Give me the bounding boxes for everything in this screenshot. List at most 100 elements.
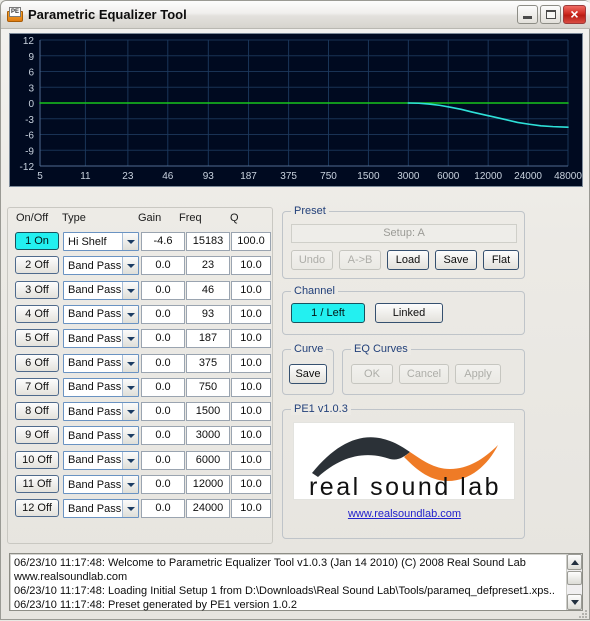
chevron-down-icon[interactable] [122,378,138,396]
filter-gain-input[interactable]: 0.0 [141,256,185,276]
filter-onoff-button[interactable]: 3 Off [15,280,59,299]
filter-onoff-button[interactable]: 4 Off [15,304,59,323]
channel-select-button[interactable]: 1 / Left [291,303,365,323]
filter-onoff-button[interactable]: 11 Off [15,475,59,493]
filter-freq-input[interactable]: 6000 [186,450,230,470]
filter-onoff-button[interactable]: 6 Off [15,353,59,372]
filter-freq-input[interactable]: 23 [186,256,230,276]
chevron-down-icon[interactable] [122,233,138,250]
filter-type-select[interactable]: Hi Shelf [63,232,139,251]
filter-q-input[interactable]: 10.0 [231,256,271,276]
chevron-down-icon[interactable] [122,305,138,323]
chevron-down-icon[interactable] [122,281,138,299]
preset-save-button[interactable]: Save [435,250,477,270]
filter-q-input[interactable]: 10.0 [231,329,271,349]
filter-type-select[interactable]: Band Pass [63,475,139,494]
chevron-down-icon[interactable] [122,451,138,469]
filter-type-select[interactable]: Band Pass [63,280,139,300]
filter-freq-input[interactable]: 750 [186,377,230,397]
close-button[interactable]: × [563,5,586,24]
chevron-down-icon[interactable] [122,476,138,493]
chevron-down-icon[interactable] [122,403,138,421]
filter-freq-input[interactable]: 46 [186,280,230,300]
filter-type-select[interactable]: Band Pass [63,450,139,470]
filter-q-input[interactable]: 10.0 [231,499,271,519]
filter-freq-input[interactable]: 3000 [186,426,230,446]
filter-type-select[interactable]: Band Pass [63,353,139,373]
filter-q-input[interactable]: 10.0 [231,353,271,373]
filter-q-input[interactable]: 10.0 [231,426,271,446]
column-header-type: Type [62,212,86,224]
filter-onoff-button[interactable]: 5 Off [15,329,59,348]
filter-type-select[interactable]: Band Pass [63,426,139,446]
eq-curves-ok-button[interactable]: OK [351,364,393,384]
filter-gain-input[interactable]: 0.0 [141,450,185,470]
filter-gain-input[interactable]: -4.6 [141,232,185,251]
filter-onoff-button[interactable]: 12 Off [15,499,59,518]
filter-freq-input[interactable]: 93 [186,304,230,324]
log-scrollbar[interactable] [566,554,582,610]
filter-onoff-button[interactable]: 7 Off [15,377,59,396]
filter-type-select[interactable]: Band Pass [63,304,139,324]
filter-gain-input[interactable]: 0.0 [141,475,185,494]
chevron-down-icon[interactable] [122,500,138,518]
minimize-button[interactable] [517,5,538,24]
chevron-down-icon[interactable] [122,257,138,275]
filter-q-input[interactable]: 10.0 [231,280,271,300]
filter-onoff-button[interactable]: 9 Off [15,426,59,445]
table-row: 4 Off Band Pass 0.0 93 10.0 [8,303,274,326]
preset-a-to-b-button[interactable]: A->B [339,250,381,270]
preset-load-button[interactable]: Load [387,250,429,270]
chevron-down-icon[interactable] [122,330,138,348]
realsoundlab-website-link[interactable]: www.realsoundlab.com [283,508,526,520]
filter-gain-input[interactable]: 0.0 [141,353,185,373]
eq-curves-apply-button[interactable]: Apply [455,364,501,384]
filter-onoff-button[interactable]: 2 Off [15,256,59,275]
chevron-down-icon[interactable] [122,354,138,372]
filter-q-input[interactable]: 10.0 [231,377,271,397]
chevron-down-icon[interactable] [122,427,138,445]
preset-undo-button[interactable]: Undo [291,250,333,270]
eq-curves-cancel-button[interactable]: Cancel [399,364,449,384]
filter-gain-input[interactable]: 0.0 [141,499,185,519]
eq-response-graph[interactable]: 12 9 6 3 0 -3 -6 -9 -12 5 11 23 46 93 187 375 750 1500 300… [9,33,583,187]
filter-type-select[interactable]: Band Pass [63,402,139,422]
filter-q-input[interactable]: 10.0 [231,450,271,470]
x-tick-label: 12000 [474,171,502,182]
filter-gain-input[interactable]: 0.0 [141,329,185,349]
resize-grip[interactable] [577,608,589,620]
filter-gain-input[interactable]: 0.0 [141,280,185,300]
scroll-up-button[interactable] [567,554,582,570]
x-tick-label: 375 [280,171,297,182]
curve-save-button[interactable]: Save [289,364,327,384]
log-output-box[interactable]: 06/23/10 11:17:48: Welcome to Parametric… [9,553,583,611]
channel-linked-button[interactable]: Linked [375,303,443,323]
filter-freq-input[interactable]: 12000 [186,475,230,494]
filter-q-input[interactable]: 10.0 [231,304,271,324]
maximize-button[interactable] [540,5,561,24]
filter-type-select[interactable]: Band Pass [63,256,139,276]
preset-name-field[interactable]: Setup: A [291,224,517,243]
filter-onoff-button[interactable]: 1 On [15,232,59,250]
filter-onoff-button[interactable]: 8 Off [15,402,59,421]
preset-flat-button[interactable]: Flat [483,250,519,270]
scrollbar-thumb[interactable] [567,571,582,585]
filter-freq-input[interactable]: 15183 [186,232,230,251]
filter-freq-input[interactable]: 375 [186,353,230,373]
filter-q-input[interactable]: 10.0 [231,475,271,494]
filter-type-select[interactable]: Band Pass [63,329,139,349]
filter-gain-input[interactable]: 0.0 [141,426,185,446]
filter-q-input[interactable]: 10.0 [231,402,271,422]
filter-freq-input[interactable]: 1500 [186,402,230,422]
filter-onoff-button[interactable]: 10 Off [15,450,59,469]
filter-freq-input[interactable]: 187 [186,329,230,349]
filter-gain-input[interactable]: 0.0 [141,402,185,422]
filter-q-input[interactable]: 100.0 [231,232,271,251]
filter-type-select[interactable]: Band Pass [63,377,139,397]
log-line: 06/23/10 11:17:48: Preset generated by P… [14,599,297,611]
filter-freq-input[interactable]: 24000 [186,499,230,519]
filter-type-select[interactable]: Band Pass [63,499,139,519]
filter-gain-input[interactable]: 0.0 [141,377,185,397]
filter-gain-input[interactable]: 0.0 [141,304,185,324]
filter-type-value: Band Pass [68,502,122,515]
